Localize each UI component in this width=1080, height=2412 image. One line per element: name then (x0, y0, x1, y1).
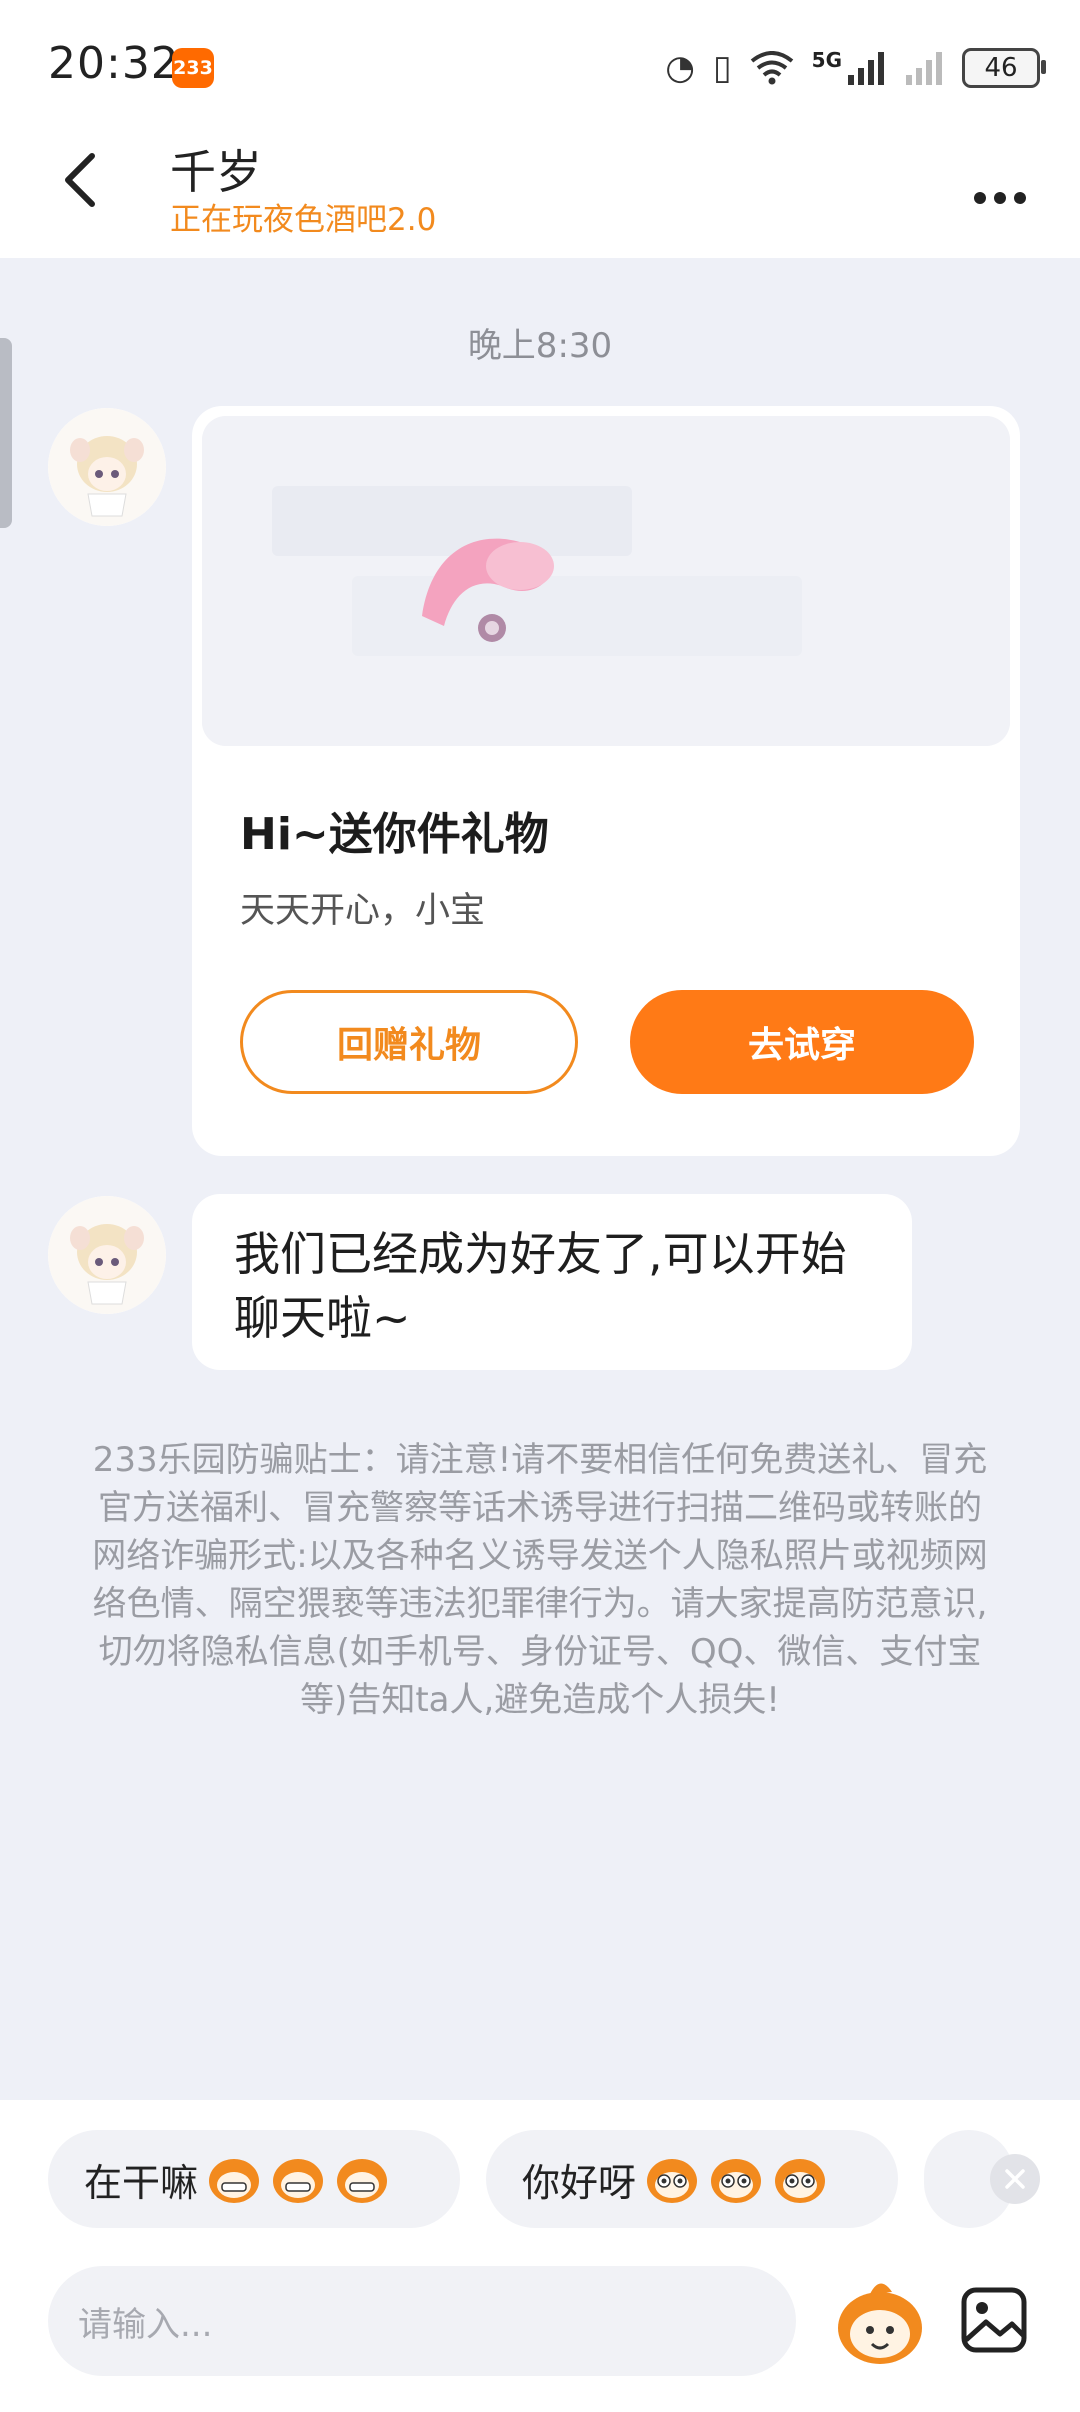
avatar-store-watermark-icon (202, 416, 1010, 746)
anti-fraud-notice: 233乐园防骗贴士：请注意!请不要相信任何免费送礼、冒充官方送福利、冒充警察等话… (92, 1440, 988, 1720)
data-saver-icon: ◔ (665, 48, 695, 88)
contact-status[interactable]: 正在玩夜色酒吧2.0 (170, 194, 436, 239)
status-time: 20:32 (48, 38, 180, 89)
back-button[interactable] (60, 150, 100, 221)
anime-avatar-icon (48, 408, 166, 526)
message-timestamp: 晚上8:30 (467, 326, 613, 366)
mascot-sticker-icon[interactable] (830, 2272, 930, 2372)
grin-emoji-icon (273, 2159, 324, 2203)
vibrate-icon: ▯ (712, 48, 732, 88)
grin-emoji-icon (209, 2159, 260, 2203)
message-bubble[interactable]: 我们已经成为好友了,可以开始聊天啦~ (192, 1194, 912, 1370)
anime-avatar-icon (48, 1196, 166, 1314)
network-type: 5G (811, 48, 842, 72)
quick-reply-chip[interactable]: 在干嘛 (48, 2130, 460, 2228)
wide-eyes-emoji-icon (711, 2159, 762, 2203)
more-horizontal-icon (974, 192, 1026, 204)
battery-icon: 46 (962, 48, 1046, 88)
quick-reply-chip[interactable]: 你好呀 (486, 2130, 898, 2228)
close-quick-replies-button[interactable] (990, 2154, 1040, 2204)
more-button[interactable] (972, 162, 1028, 218)
grin-emoji-icon (337, 2159, 388, 2203)
quick-reply-text: 你好呀 (522, 2160, 637, 2205)
close-icon (1005, 2169, 1025, 2189)
gift-title: Hi~送你件礼物 (240, 809, 549, 860)
message-input[interactable]: 请输入... (48, 2266, 796, 2376)
chevron-left-icon (65, 153, 95, 207)
contact-name: 千岁 (170, 145, 262, 199)
gift-card[interactable]: Hi~送你件礼物 天天开心，小宝 回赠礼物 去试穿 (192, 406, 1020, 1156)
return-gift-button[interactable]: 回赠礼物 (240, 990, 578, 1094)
wifi-icon (750, 51, 793, 85)
gift-description: 天天开心，小宝 (240, 891, 486, 931)
wide-eyes-emoji-icon (775, 2159, 826, 2203)
composer-area: 在干嘛 你好呀 请输入... (0, 2100, 1080, 2412)
status-bar: 20:32 233 ◔ ▯ 5G 46 (0, 0, 1080, 130)
gift-image[interactable] (202, 416, 1010, 746)
chat-header: 千岁 正在玩夜色酒吧2.0 (0, 130, 1080, 258)
image-picker-icon[interactable] (958, 2284, 1030, 2356)
status-icons: ◔ ▯ 5G 46 (665, 40, 1046, 96)
wide-eyes-emoji-icon (647, 2159, 698, 2203)
signal-weak-icon (906, 52, 942, 85)
try-on-button[interactable]: 去试穿 (630, 990, 974, 1094)
signal-icon (848, 52, 884, 85)
quick-reply-text: 在干嘛 (84, 2160, 199, 2205)
avatar[interactable] (48, 1196, 166, 1314)
app-badge-icon: 233 (172, 48, 214, 88)
avatar[interactable] (48, 408, 166, 526)
